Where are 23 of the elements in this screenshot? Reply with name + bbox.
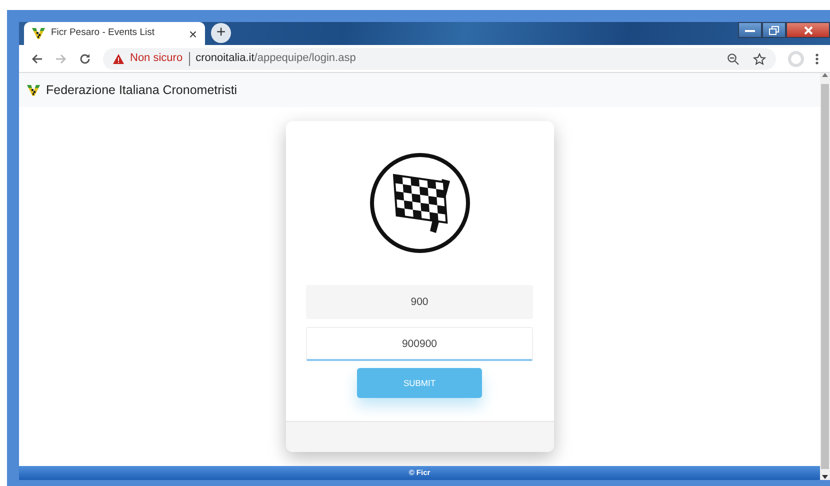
close-button[interactable] xyxy=(786,22,830,38)
login-field[interactable]: 900900 xyxy=(306,327,533,361)
scroll-down-icon[interactable] xyxy=(822,475,828,480)
scrollbar[interactable] xyxy=(820,73,830,480)
tab-close-button[interactable]: × xyxy=(188,26,197,40)
tab-title: Ficr Pesaro - Events List xyxy=(51,26,156,40)
security-label: Non sicuro xyxy=(130,51,183,66)
maximize-icon xyxy=(769,26,779,34)
close-icon xyxy=(804,26,812,34)
star-icon[interactable] xyxy=(753,52,766,64)
login-field[interactable]: 900 xyxy=(306,285,533,319)
address-bar[interactable]: Non sicuro cronoitalia.it/appequipe/login.asp xyxy=(103,48,776,70)
logo-icon xyxy=(27,84,40,96)
minimize-button[interactable] xyxy=(738,22,762,38)
browser-tab[interactable]: Ficr Pesaro - Events List × xyxy=(24,22,205,45)
warning-icon xyxy=(113,54,124,64)
maximize-button[interactable] xyxy=(762,22,786,38)
minimize-icon xyxy=(745,27,755,33)
zoom-out-icon[interactable] xyxy=(727,52,739,64)
site-title: Federazione Italiana Cronometristi xyxy=(46,82,238,99)
url-text: cronoitalia.it/appequipe/login.asp xyxy=(196,51,356,66)
logo-icon xyxy=(32,27,45,40)
new-tab-button[interactable]: + xyxy=(211,23,231,43)
